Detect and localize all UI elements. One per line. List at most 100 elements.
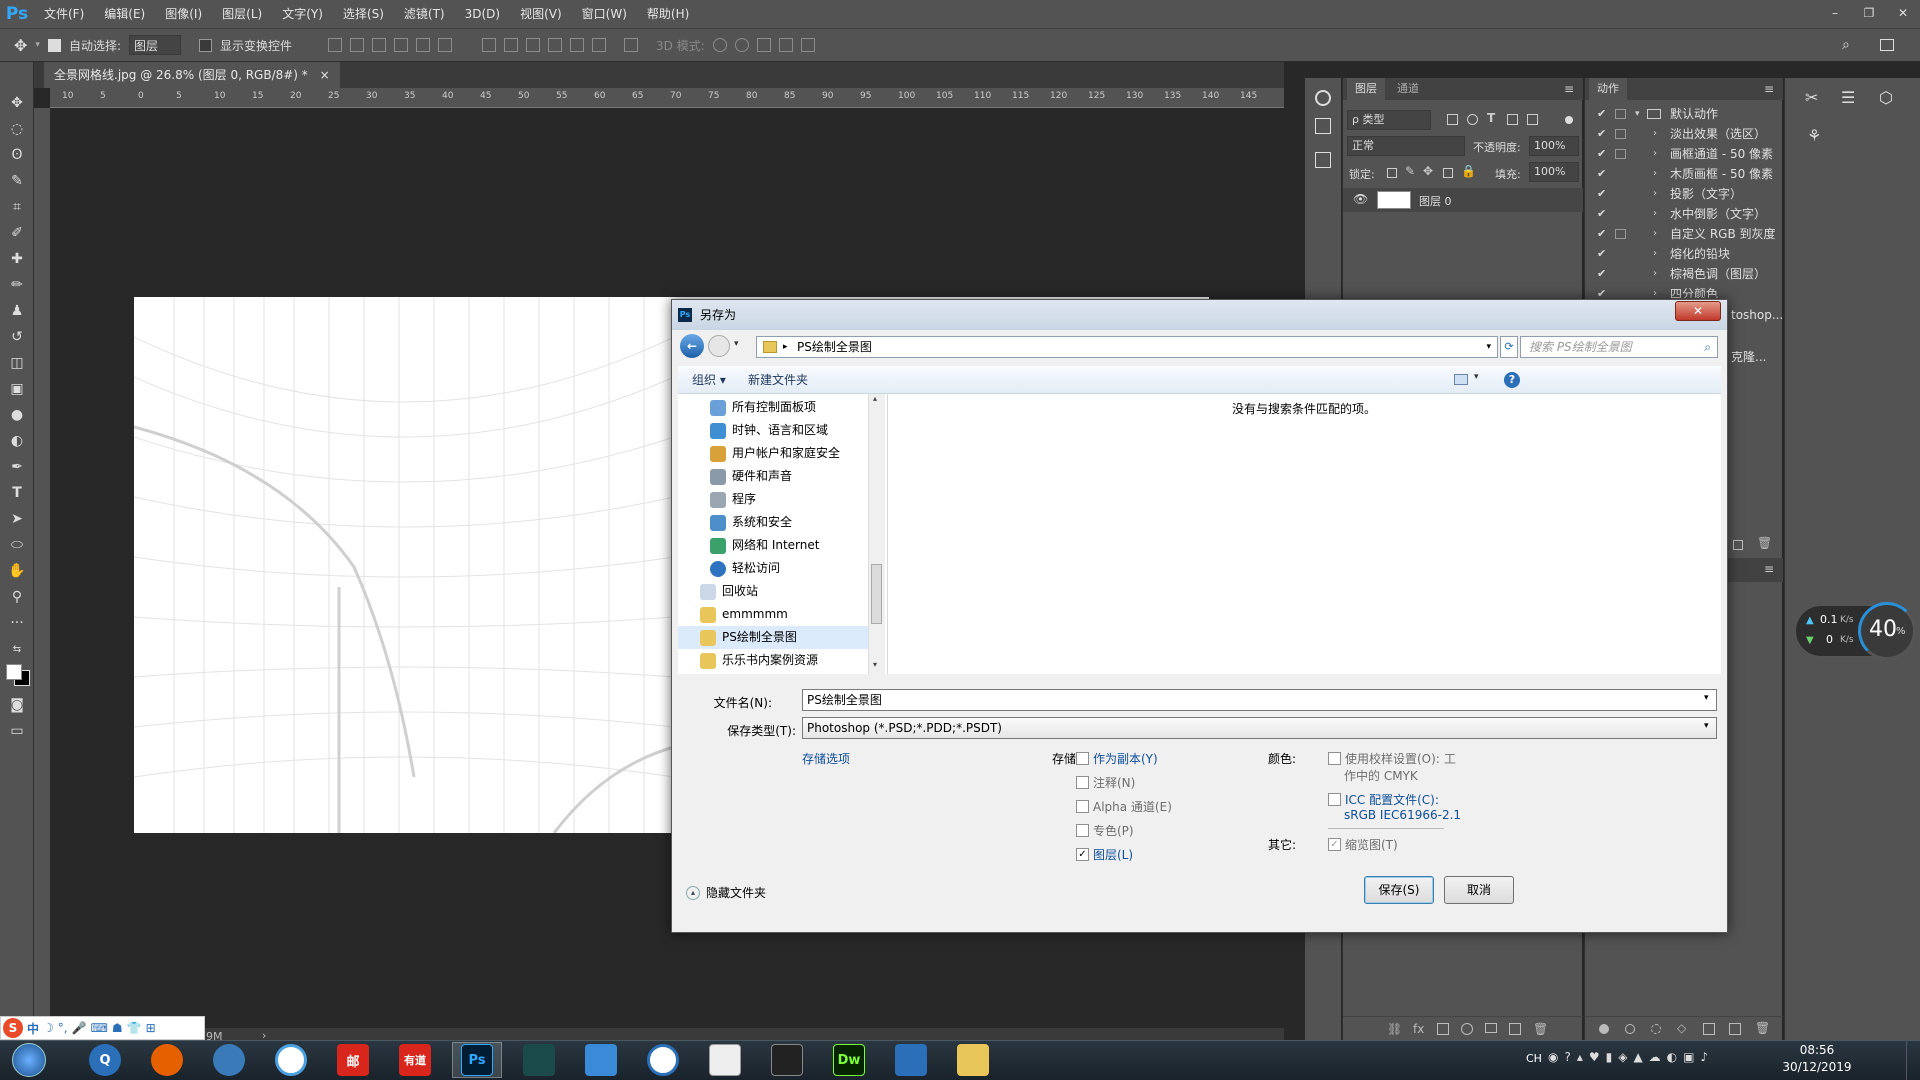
delete-action-icon[interactable]: 🗑 [1757,536,1772,550]
taskbar-app[interactable] [576,1042,626,1078]
filetype-dropdown-icon[interactable]: ▾ [1704,721,1709,731]
system-clock[interactable]: 08:56 30/12/2019 [1772,1042,1862,1078]
action-set-row[interactable]: ✔ ▾ 默认动作 [1585,104,1783,124]
delete-icon[interactable]: 🗑 [1755,1021,1770,1035]
screen-mode-icon[interactable]: ▭ [0,718,34,744]
nav-item[interactable]: emmmmm [700,603,788,626]
scroll-up-icon[interactable]: ▴ [873,394,877,403]
lock-all-icon[interactable]: 🔒 [1461,164,1476,178]
scroll-down-icon[interactable]: ▾ [873,660,877,669]
view-dropdown-icon[interactable]: ▾ [1474,372,1479,382]
close-icon[interactable]: ✕ [1675,301,1721,321]
action-item[interactable]: ✔ › 水中倒影（文字） [1585,204,1783,224]
breadcrumb-arrow-icon[interactable]: ▸ [783,337,788,357]
search-icon[interactable]: ⌕ [1704,337,1711,357]
distribute-bottom-icon[interactable] [526,38,540,52]
menu-select[interactable]: 选择(S) [333,0,394,28]
auto-select-dropdown[interactable]: 图层 [128,35,181,55]
align-right-icon[interactable] [438,38,452,52]
menu-window[interactable]: 窗口(W) [572,0,637,28]
moon-icon[interactable]: ☽ [43,1021,54,1035]
start-button[interactable] [4,1042,54,1078]
nav-item[interactable]: 网络和 Internet [710,534,819,557]
as-copy-option[interactable]: 作为副本(Y) [1076,750,1158,767]
record-icon[interactable] [1625,1024,1635,1034]
pan-3d-icon[interactable] [756,38,771,52]
collapse-arrow-icon[interactable]: ▴ [686,885,700,900]
menu-filter[interactable]: 滤镜(T) [394,0,455,28]
swap-colors-icon[interactable]: ⇆ [0,636,34,662]
link-layers-icon[interactable]: ⛓ [1387,1022,1402,1036]
tab-channels[interactable]: 通道 [1389,78,1427,100]
auto-align-icon[interactable] [624,38,638,52]
mic-icon[interactable]: 🎤 [72,1021,87,1035]
taskbar-app[interactable] [638,1042,688,1078]
new-set-icon[interactable]: ◇ [1677,1021,1686,1035]
help-icon[interactable]: ? [1504,372,1520,388]
minimize-icon[interactable]: – [1818,0,1852,28]
lock-pixels-icon[interactable] [1387,168,1397,178]
tray-icons[interactable]: ◉?▴♥▮◈▲☁◐▣♪ [1548,1050,1714,1064]
close-icon[interactable]: ✕ [1886,0,1920,28]
back-button[interactable]: ← [680,334,704,358]
auto-select-checkbox[interactable] [47,38,61,52]
align-top-icon[interactable] [328,38,342,52]
quick-select-tool-icon[interactable]: ✎ [0,168,34,194]
grid-icon[interactable]: ⊞ [146,1021,156,1035]
new-adjustment-icon[interactable] [1461,1023,1473,1035]
move-tool-icon[interactable]: ✥ [14,36,27,55]
action-item[interactable]: ✔ › 淡出效果（选区） [1585,124,1783,144]
shape-tool-icon[interactable]: ⬭ [0,532,34,558]
filter-shape-icon[interactable] [1507,114,1518,125]
nav-item[interactable]: 硬件和声音 [710,465,792,488]
filter-smart-icon[interactable] [1527,114,1538,125]
pen-tool-icon[interactable]: ✒ [0,454,34,480]
distribute-top-icon[interactable] [482,38,496,52]
menu-type[interactable]: 文字(Y) [272,0,333,28]
new-action-icon[interactable] [1733,540,1743,550]
lock-artboard-icon[interactable] [1443,168,1453,178]
layer-filter-dropdown[interactable]: ρ 类型 [1347,110,1431,130]
search-input[interactable]: 搜索 PS绘制全景图 ⌕ [1520,336,1718,358]
align-left-icon[interactable] [394,38,408,52]
cube-icon[interactable]: ⬡ [1879,88,1893,107]
zoom-tool-icon[interactable]: ⚲ [0,584,34,610]
visibility-eye-icon[interactable]: 👁 [1353,192,1368,206]
action-item[interactable]: ✔ › 木质画框 - 50 像素 [1585,164,1783,184]
healing-brush-tool-icon[interactable]: ✚ [0,246,34,272]
menu-help[interactable]: 帮助(H) [637,0,699,28]
type-tool-icon[interactable]: T [0,480,34,506]
clone-stamp-tool-icon[interactable]: ♟ [0,298,34,324]
menu-edit[interactable]: 编辑(E) [94,0,155,28]
nav-item[interactable]: 轻松访问 [710,557,780,580]
icc-checkbox[interactable] [1328,793,1341,806]
chevron-down-icon[interactable]: ▾ [35,40,40,50]
keyboard-icon[interactable]: ⌨ [91,1021,108,1035]
hand-tool-icon[interactable]: ✋ [0,558,34,584]
delete-layer-icon[interactable]: 🗑 [1533,1022,1548,1036]
move-tool-icon[interactable]: ✥ [0,90,34,116]
duplicate-icon[interactable] [1729,1023,1741,1035]
color-swatches[interactable] [0,662,33,692]
taskbar-app[interactable] [700,1042,750,1078]
layer-row[interactable]: 👁 图层 0 [1343,188,1583,212]
close-tab-icon[interactable]: × [320,68,330,82]
brush-tool-icon[interactable]: ✏ [0,272,34,298]
nav-item[interactable]: 时钟、语言和区域 [710,419,828,442]
sliders-icon[interactable]: ☰ [1841,88,1855,107]
eraser-tool-icon[interactable]: ◫ [0,350,34,376]
history-icon[interactable] [1315,118,1331,134]
new-folder-button[interactable]: 新建文件夹 [748,366,808,394]
history-dropdown-icon[interactable]: ▾ [734,339,739,349]
fx-icon[interactable]: fx [1413,1022,1424,1036]
crop-tool-icon[interactable]: ⌗ [0,194,34,220]
layer-name[interactable]: 图层 0 [1419,193,1452,209]
more-tools-icon[interactable]: ··· [0,610,34,636]
menu-3d[interactable]: 3D(D) [455,0,510,28]
nav-scrollbar[interactable]: ▴ ▾ [868,394,885,674]
action-item[interactable]: ✔ › 画框通道 - 50 像素 [1585,144,1783,164]
nav-item[interactable]: 用户帐户和家庭安全 [710,442,840,465]
add-mask-icon[interactable] [1437,1023,1449,1035]
hide-folders-toggle[interactable]: ▴ 隐藏文件夹 [686,884,766,901]
filter-toggle-icon[interactable] [1565,116,1573,124]
